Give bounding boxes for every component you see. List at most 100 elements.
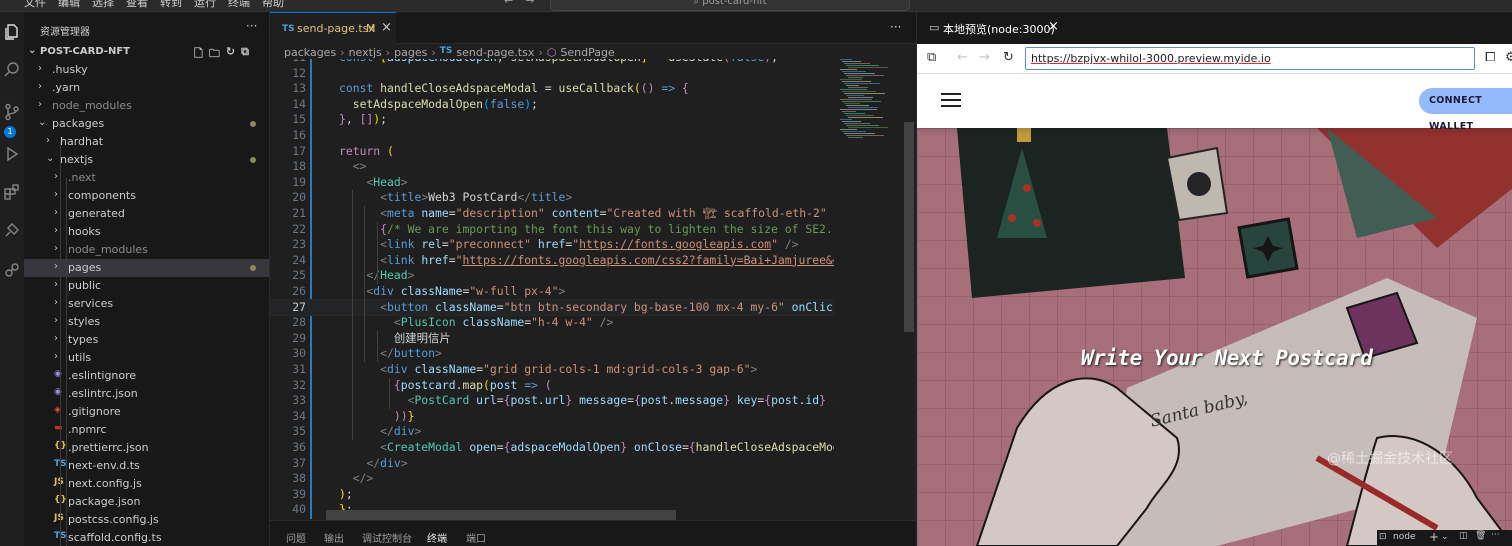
testing-icon[interactable] [2,260,22,280]
tree-folder[interactable]: › .yarn [24,79,269,97]
code-line[interactable]: 18 <> [270,159,834,175]
code-line[interactable]: 20 <title>Web3 PostCard</title> [270,190,834,206]
code-line[interactable]: 38 </> [270,471,834,487]
menu-terminal[interactable]: 终端 [228,0,250,10]
panel-tab-bar: 问题 输出 调试控制台 终端 端口 [270,520,916,546]
tab-terminal[interactable]: 终端 [427,530,447,546]
tree-item-label: nextjs [60,153,94,166]
code-line[interactable]: 33 <PostCard url={post.url} message={pos… [270,393,834,409]
more-actions-icon[interactable]: ··· [246,19,257,33]
reload-icon[interactable]: ↻ [1003,50,1014,65]
split-terminal-icon[interactable]: ◫ [1459,531,1468,541]
code-line[interactable]: 12 [270,66,834,82]
vertical-scrollbar[interactable] [904,122,914,332]
forward-arrow-icon[interactable]: → [979,50,990,65]
connect-wallet-button[interactable]: CONNECT WALLET [1419,88,1512,132]
add-terminal-icon[interactable]: + [1429,530,1439,544]
breadcrumb-item[interactable]: nextjs [349,46,382,59]
hamburger-menu-icon[interactable] [941,93,961,107]
code-editor[interactable]: 11 const [adspaceModalOpen, setAdspaceMod… [270,59,834,519]
code-line[interactable]: 17 return ( [270,144,834,160]
more-actions-icon[interactable]: ··· [890,20,901,34]
code-line[interactable]: 16 [270,128,834,144]
minimap-line [842,71,866,72]
menu-run[interactable]: 运行 [194,0,216,10]
breadcrumb-item[interactable]: pages [394,46,427,59]
code-line[interactable]: 25 </Head> [270,268,834,284]
minimap-line [844,123,870,124]
remote-explorer-icon[interactable] [2,220,22,240]
code-line[interactable]: 37 </div> [270,456,834,472]
code-line[interactable]: 36 <CreateModal open={adspaceModalOpen} … [270,440,834,456]
url-input[interactable]: https://bzpjvx-whilol-3000.preview.myide… [1025,47,1475,70]
tab-ports[interactable]: 端口 [466,530,486,545]
open-external-icon[interactable]: ⧉ [927,50,936,65]
workspace-root[interactable]: ⌄ POST-CARD-NFT 🗋 🗀 ↻ ⧉ [24,43,269,61]
breadcrumb-item[interactable]: packages [284,46,336,59]
more-actions-icon[interactable]: ··· [1491,530,1500,540]
settings-icon[interactable]: ⚙ [1505,50,1512,65]
code-line[interactable]: 34 ))} [270,409,834,425]
code-line[interactable]: 31 <div className="grid grid-cols-1 md:g… [270,362,834,378]
breadcrumb-item[interactable]: SendPage [560,46,614,59]
tree-folder[interactable]: › .husky [24,61,269,79]
back-arrow-icon[interactable]: ← [504,0,513,7]
search-icon[interactable] [2,60,22,80]
line-number: 24 [292,252,306,267]
tree-folder[interactable]: ⌄ packages [24,115,269,133]
forward-arrow-icon[interactable]: → [525,0,534,7]
chevron-down-icon[interactable]: ⌄ [1441,532,1449,542]
tab-label: send-page.tsx [297,22,375,35]
menu-view[interactable]: 查看 [126,0,148,10]
code-text: const [adspaceModalOpen, setAdspaceModal… [339,59,778,66]
trash-icon[interactable]: 🗑 [1475,531,1486,541]
code-line[interactable]: 30 </button> [270,346,834,362]
close-icon[interactable]: × [1048,19,1059,34]
tree-item-label: public [68,279,102,292]
tab-problems[interactable]: 问题 [286,530,306,545]
code-line[interactable]: 14 setAdspaceModalOpen(false); [270,97,834,113]
menu-file[interactable]: 文件 [24,0,46,10]
tab-debug-console[interactable]: 调试控制台 [362,530,412,545]
menu-selection[interactable]: 选择 [92,0,114,10]
breadcrumb-item[interactable]: send-page.tsx [456,46,534,59]
code-line[interactable]: 39); [270,487,834,503]
source-control-icon[interactable] [2,102,22,122]
tree-item-label: .yarn [52,81,81,94]
explorer-icon[interactable] [2,22,22,42]
code-line[interactable]: 21 <meta name="description" content="Cre… [270,206,834,222]
preview-tab[interactable]: ▭ 本地预览(node:3000) × [917,12,1512,44]
run-debug-icon[interactable] [2,144,22,164]
code-line[interactable]: 26 <div className="w-full px-4"> [270,284,834,300]
code-line[interactable]: 28 <PlusIcon className="h-4 w-4" /> [270,315,834,331]
menu-go[interactable]: 转到 [160,0,182,10]
horizontal-scrollbar[interactable] [326,510,676,520]
back-arrow-icon[interactable]: ← [957,50,968,65]
code-line[interactable]: 22 {/* We are importing the font this wa… [270,222,834,238]
code-line[interactable]: 35 </div> [270,424,834,440]
code-line[interactable]: 19 <Head> [270,175,834,191]
tab-send-page[interactable]: TS send-page.tsx M × [270,12,396,44]
minimap[interactable] [838,59,900,149]
code-line[interactable]: 32 {postcard.map(post => ( [270,378,834,394]
code-text: setAdspaceModalOpen(false); [352,96,538,111]
code-line[interactable]: 13 const handleCloseAdspaceModal = useCal… [270,81,834,97]
code-line[interactable]: 15}, []); [270,112,834,128]
tree-item-label: .prettierrc.json [68,441,149,454]
code-line[interactable]: 23 <link rel="preconnect" href="https://… [270,237,834,253]
split-view-icon[interactable]: ⧠ [1485,50,1495,65]
code-line[interactable]: 11 const [adspaceModalOpen, setAdspaceMod… [270,59,834,66]
code-line[interactable]: 27 <button className="btn btn-secondary … [270,298,834,317]
tab-output[interactable]: 输出 [324,530,344,545]
close-icon[interactable]: × [381,20,392,35]
terminal-name[interactable]: node [1393,532,1415,542]
extensions-icon[interactable] [2,182,22,202]
command-center[interactable]: ⌕ post-card-nft [550,0,910,11]
code-line[interactable]: 24 <link href="https://fonts.googleapis.… [270,253,834,269]
minimap-line [848,77,863,78]
minimap-line [844,83,880,84]
code-line[interactable]: 29 创建明信片 [270,331,834,347]
menu-help[interactable]: 帮助 [262,0,284,10]
menu-edit[interactable]: 编辑 [58,0,80,10]
tree-folder[interactable]: › node_modules [24,97,269,115]
